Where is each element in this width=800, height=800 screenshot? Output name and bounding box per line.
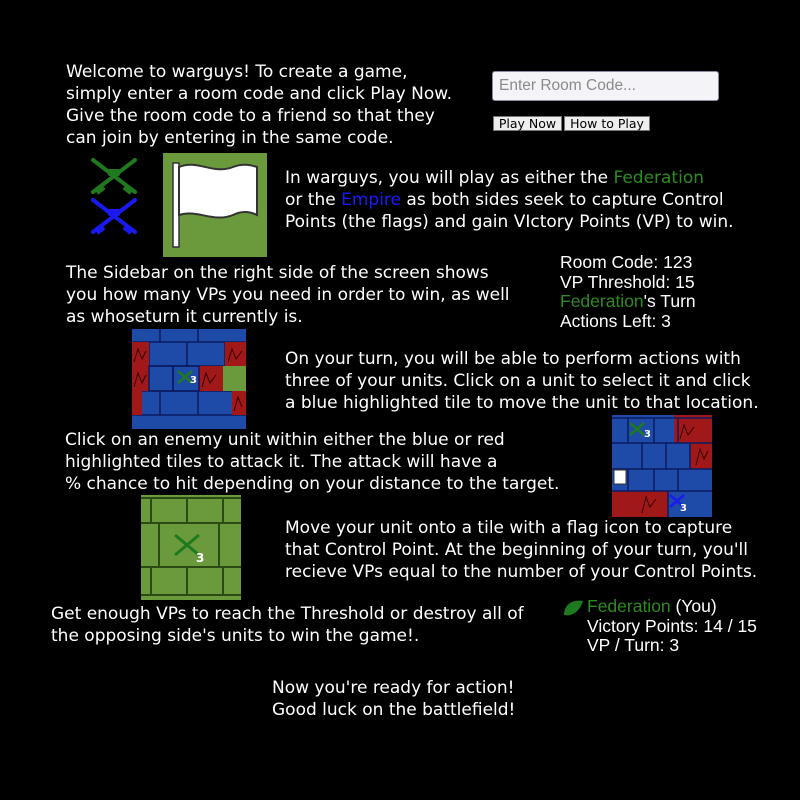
move-line: three of your units. Click on a unit to … (285, 371, 751, 391)
victory-points-display: Victory Points: 14 / 15 (587, 615, 757, 636)
vp-threshold-display: VP Threshold: 15 (560, 271, 695, 292)
unit-count: 3 (190, 375, 197, 386)
capture-line: recieve VPs equal to the number of your … (285, 562, 758, 582)
sidebar-example: Room Code: 123 VP Threshold: 15 Federati… (560, 252, 696, 331)
sides-paragraph: In warguys, you will play as either the … (285, 167, 734, 233)
federation-leaf-icon (562, 599, 584, 617)
move-line: On your turn, you will be able to perfor… (285, 349, 741, 369)
move-line: a blue highlighted tile to move the unit… (285, 393, 759, 413)
actions-left-display: Actions Left: 3 (560, 310, 671, 331)
sidebar-line: you how many VPs you need in order to wi… (66, 285, 510, 305)
control-point-flag-icon (163, 153, 267, 257)
empire-label: Empire (341, 190, 401, 210)
closing-paragraph: Now you're ready for action! Good luck o… (272, 677, 515, 721)
sides-text: as both sides seek to capture Control (401, 190, 724, 210)
player-example: Federation (You) Victory Points: 14 / 15… (587, 596, 757, 656)
sides-text: In warguys, you will play as either the (285, 168, 614, 188)
move-paragraph: On your turn, you will be able to perfor… (285, 348, 759, 414)
sides-text: Points (the flags) and gain VIctory Poin… (285, 212, 734, 232)
closing-line: Good luck on the battlefield! (272, 700, 516, 720)
attack-line: Click on an enemy unit within either the… (65, 430, 505, 450)
closing-line: Now you're ready for action! (272, 678, 515, 698)
move-example-board: 3 (132, 329, 246, 429)
capture-paragraph: Move your unit onto a tile with a flag i… (285, 517, 757, 583)
intro-line: Welcome to warguys! To create a game, (66, 62, 408, 82)
friendly-unit-count: 3 (644, 429, 651, 440)
federation-label: Federation (613, 168, 704, 188)
empire-crossed-rifles-icon (89, 198, 139, 236)
attack-example-board: 3 3 (612, 415, 712, 517)
sidebar-line: The Sidebar on the right side of the scr… (66, 263, 489, 283)
attack-line: highlighted tiles to attack it. The atta… (65, 452, 498, 472)
win-line: Get enough VPs to reach the Threshold or… (51, 604, 524, 624)
vp-per-turn-display: VP / Turn: 3 (587, 635, 680, 655)
intro-line: can join by entering in the same code. (66, 128, 394, 148)
attack-line: % chance to hit depending on your distan… (65, 474, 560, 494)
capture-line: that Control Point. At the beginning of … (285, 540, 748, 560)
sides-text: or the (285, 190, 342, 210)
player-you-label: (You) (670, 596, 717, 616)
intro-line: simply enter a room code and click Play … (66, 84, 452, 104)
win-paragraph: Get enough VPs to reach the Threshold or… (51, 603, 524, 647)
play-now-button[interactable]: Play Now (493, 116, 562, 131)
win-line: the opposing side's units to win the gam… (51, 626, 420, 646)
intro-line: Give the room code to a friend so that t… (66, 106, 435, 126)
capture-example-board: 3 (141, 495, 241, 600)
player-side-label: Federation (587, 596, 671, 616)
intro-paragraph: Welcome to warguys! To create a game, si… (66, 61, 452, 149)
room-code-input[interactable] (492, 71, 719, 101)
room-code-display: Room Code: 123 (560, 252, 693, 272)
turn-side-label: Federation (560, 291, 644, 311)
sidebar-paragraph: The Sidebar on the right side of the scr… (66, 262, 510, 328)
turn-suffix: 's Turn (643, 291, 696, 311)
how-to-play-button[interactable]: How to Play (564, 116, 650, 131)
capture-line: Move your unit onto a tile with a flag i… (285, 518, 733, 538)
unit-count: 3 (196, 551, 205, 565)
sidebar-line: as whoseturn it currently is. (66, 307, 303, 327)
attack-paragraph: Click on an enemy unit within either the… (65, 429, 559, 495)
enemy-unit-count: 3 (680, 503, 687, 514)
federation-crossed-rifles-icon (89, 158, 139, 196)
